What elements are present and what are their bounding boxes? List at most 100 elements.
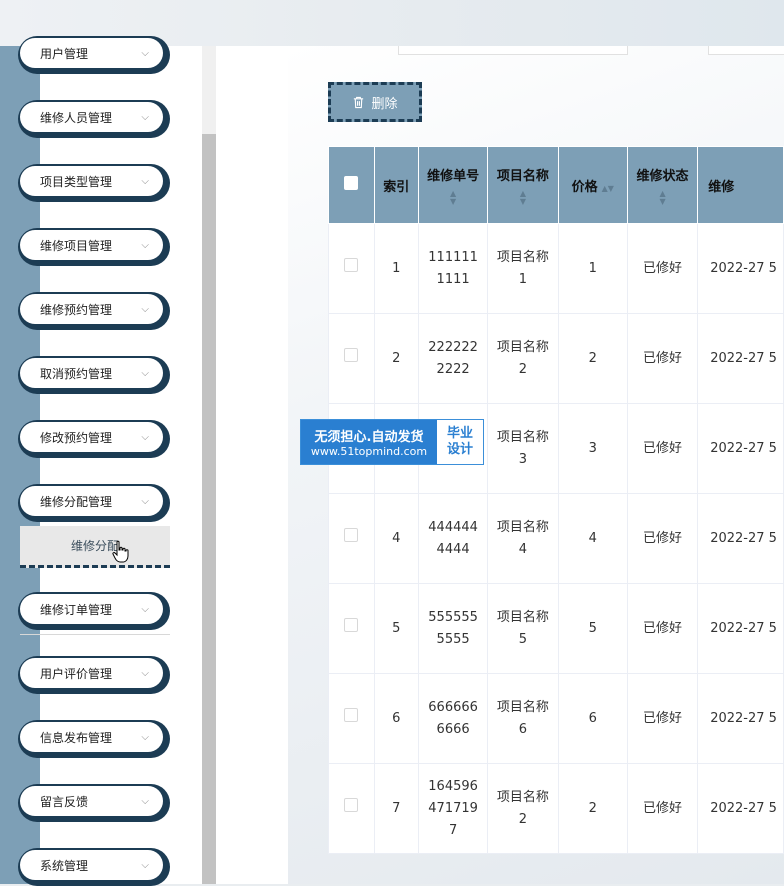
menu-label: 项目类型管理: [40, 174, 113, 189]
col-order-no[interactable]: 维修单号 ▲ ▼: [417, 146, 489, 224]
cell-repair-status: 已修好: [626, 223, 699, 314]
row-select-cell[interactable]: [328, 493, 375, 584]
col-repair-status[interactable]: 维修状态 ▲ ▼: [626, 146, 699, 224]
table-row[interactable]: 1 1111111111 项目名称1 1 已修好 2022-27 5: [328, 223, 784, 314]
row-select-cell[interactable]: [328, 583, 375, 674]
chevron-down-icon: ⌵: [141, 111, 149, 123]
menu-user-review-management[interactable]: 用户评价管理 ⌵: [18, 656, 170, 694]
watermark-line1: 无须担心.自动发货: [314, 430, 424, 445]
sort-icon[interactable]: ▲▼: [628, 189, 697, 206]
menu-modify-booking-management[interactable]: 修改预约管理 ⌵: [18, 420, 170, 458]
sort-icon[interactable]: ▲▼: [419, 189, 487, 206]
chevron-down-icon: ⌵: [141, 731, 149, 743]
chevron-down-icon: ⌵: [141, 303, 149, 315]
cell-project-name: 项目名称3: [487, 403, 559, 494]
cell-repair-status: 已修好: [626, 583, 699, 674]
menu-repair-booking-management[interactable]: 维修预约管理 ⌵: [18, 292, 170, 330]
delete-button[interactable]: 删除: [328, 82, 422, 122]
menu-label: 修改预约管理: [40, 430, 113, 445]
select-all-checkbox[interactable]: [344, 176, 359, 190]
chevron-down-icon: ⌵: [141, 431, 149, 443]
cell-order-no: 1111111111: [417, 223, 489, 314]
cell-repair-time: 2022-27 5: [697, 313, 784, 404]
cell-repair-status: 已修好: [626, 403, 699, 494]
table-header-row: 索引 维修单号 ▲ ▼ 项目名称 ▲ ▼ 价格 ▲▼ 维修状态 ▲ ▼ 维修: [328, 146, 784, 224]
chevron-down-icon: ⌵: [141, 367, 149, 379]
row-checkbox[interactable]: [344, 617, 359, 632]
watermark-line2: www.51topmind.com: [310, 445, 428, 458]
cell-index: 1: [373, 223, 419, 314]
filter-input[interactable]: [708, 46, 784, 55]
watermark-tag1: 毕业: [446, 426, 473, 441]
cell-repair-time: 2022-27 5: [697, 583, 784, 674]
menu-label: 维修订单管理: [40, 602, 113, 617]
menu-repair-order-management[interactable]: 维修订单管理 ⌵: [18, 592, 170, 630]
menu-info-publish-management[interactable]: 信息发布管理 ⌵: [18, 720, 170, 758]
table-row[interactable]: 4 4444444444 项目名称4 4 已修好 2022-27 5: [328, 493, 784, 584]
row-checkbox[interactable]: [344, 707, 359, 722]
sort-icon[interactable]: ▲▼: [488, 189, 557, 206]
row-checkbox[interactable]: [344, 797, 359, 812]
menu-label: 取消预约管理: [40, 366, 113, 381]
menu-repair-assign-management[interactable]: 维修分配管理 ⌵: [18, 484, 170, 522]
cell-repair-status: 已修好: [626, 493, 699, 584]
col-index: 索引: [373, 146, 419, 224]
cell-index: 5: [373, 583, 419, 674]
row-select-cell[interactable]: [328, 223, 375, 314]
chevron-down-icon: ⌵: [141, 495, 149, 507]
menu-label: 信息发布管理: [40, 730, 113, 745]
cell-repair-time: 2022-27 5: [697, 493, 784, 584]
table-row[interactable]: 7 1645964717197 项目名称2 2 已修好 2022-27 5: [328, 763, 784, 854]
chevron-down-icon: ⌵: [141, 47, 149, 59]
menu-user-management[interactable]: 用户管理 ⌵: [18, 36, 170, 74]
menu-repair-project-management[interactable]: 维修项目管理 ⌵: [18, 228, 170, 266]
cell-price: 4: [557, 493, 628, 584]
row-select-cell[interactable]: [328, 313, 375, 404]
cell-order-no: 6666666666: [417, 673, 489, 764]
submenu-repair-assign[interactable]: 维修分配: [20, 526, 170, 568]
menu-project-type-management[interactable]: 项目类型管理 ⌵: [18, 164, 170, 202]
menu-label: 维修人员管理: [40, 110, 113, 125]
row-checkbox[interactable]: [344, 257, 359, 272]
cell-repair-time: 2022-27 5: [697, 403, 784, 494]
menu-label: 维修项目管理: [40, 238, 113, 253]
cell-index: 6: [373, 673, 419, 764]
sidebar-scrollbar[interactable]: [202, 46, 216, 884]
cell-order-no: 5555555555: [417, 583, 489, 674]
cell-repair-status: 已修好: [626, 673, 699, 764]
row-select-cell[interactable]: [328, 673, 375, 764]
col-project-name[interactable]: 项目名称 ▲ ▼: [487, 146, 559, 224]
menu-system-management[interactable]: 系统管理 ⌵: [18, 848, 170, 886]
table-row[interactable]: 6 6666666666 项目名称6 6 已修好 2022-27 5: [328, 673, 784, 764]
chevron-down-icon: ⌵: [141, 603, 149, 615]
trash-icon: [354, 96, 364, 108]
search-input[interactable]: [398, 46, 628, 55]
chevron-down-icon: ⌵: [141, 239, 149, 251]
hand-pointer-icon: [112, 540, 129, 563]
cell-price: 3: [557, 403, 628, 494]
sort-icon[interactable]: ▲▼: [602, 184, 614, 193]
table-row[interactable]: 2 2222222222 项目名称2 2 已修好 2022-27 5: [328, 313, 784, 404]
menu-feedback[interactable]: 留言反馈 ⌵: [18, 784, 170, 822]
cell-price: 1: [557, 223, 628, 314]
cell-price: 5: [557, 583, 628, 674]
chevron-down-icon: ⌵: [141, 859, 149, 871]
col-repair-time: 维修: [697, 146, 784, 224]
menu-cancel-booking-management[interactable]: 取消预约管理 ⌵: [18, 356, 170, 394]
scrollbar-thumb[interactable]: [202, 134, 216, 884]
cell-order-no: 4444444444: [417, 493, 489, 584]
col-price[interactable]: 价格 ▲▼: [557, 146, 628, 224]
delete-label: 删除: [371, 96, 398, 112]
menu-repairman-management[interactable]: 维修人员管理 ⌵: [18, 100, 170, 138]
menu-label: 用户评价管理: [40, 666, 113, 681]
row-checkbox[interactable]: [344, 347, 359, 362]
menu-label: 维修分配管理: [40, 494, 113, 509]
select-all-cell[interactable]: [328, 146, 375, 224]
menu-label: 维修预约管理: [40, 302, 113, 317]
cell-project-name: 项目名称1: [487, 223, 559, 314]
cell-project-name: 项目名称2: [487, 313, 559, 404]
table-row[interactable]: 5 5555555555 项目名称5 5 已修好 2022-27 5: [328, 583, 784, 674]
watermark-tag2: 设计: [446, 442, 473, 457]
row-checkbox[interactable]: [344, 527, 359, 542]
row-select-cell[interactable]: [328, 763, 375, 854]
